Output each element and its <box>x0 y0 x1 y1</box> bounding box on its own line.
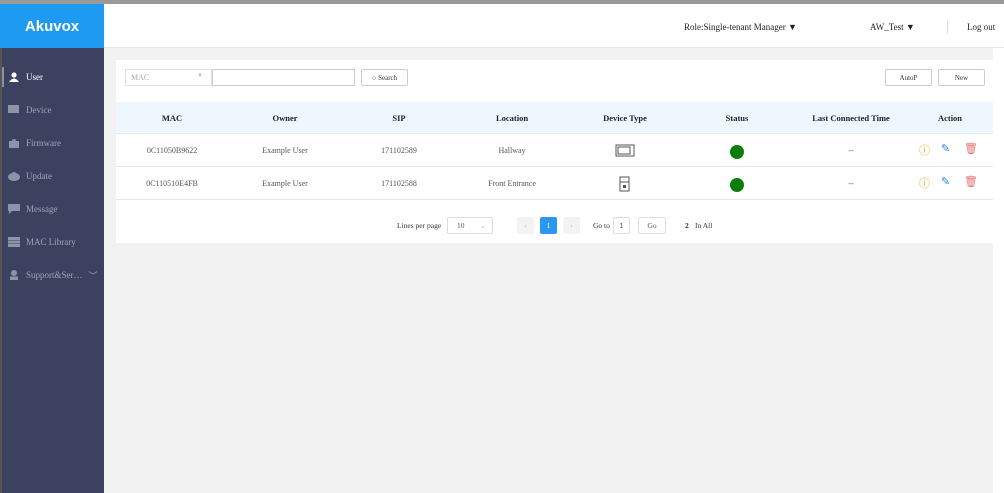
lines-per-page-select[interactable]: 10 ⌄ <box>447 217 493 234</box>
cell-location: Front Entrance <box>488 179 536 188</box>
delete-icon[interactable]: 🗑 <box>964 142 978 155</box>
device-list-panel: MAC ▼ ○ Search AutoP New MAC Owner SIP Loc… <box>116 60 993 243</box>
cell-mac: 0C11050B9622 <box>146 146 198 155</box>
cloud-upload-icon <box>8 172 20 181</box>
sidebar-item-device[interactable]: Device <box>2 98 104 122</box>
column-header-owner: Owner <box>272 113 298 123</box>
cell-mac: 0C110510E4FB <box>146 179 198 188</box>
sidebar-item-message[interactable]: Message <box>2 197 104 221</box>
message-icon <box>8 204 20 214</box>
edit-icon[interactable]: ✎ <box>941 142 950 155</box>
search-field-select[interactable]: MAC ▼ <box>125 69 212 86</box>
cell-last-connected: -- <box>848 179 854 188</box>
top-header: Role:Single-tenant Manager ▼ AW_Test ▼ L… <box>104 4 1004 48</box>
search-label: Search <box>378 73 398 82</box>
edit-icon[interactable]: ✎ <box>941 175 950 188</box>
info-icon[interactable]: ⓘ <box>919 175 930 191</box>
cell-owner: Example User <box>262 146 308 155</box>
status-online-indicator <box>730 145 744 159</box>
cell-sip: 171102589 <box>381 146 417 155</box>
new-button[interactable]: New <box>938 69 985 86</box>
logout-link[interactable]: Log out <box>967 22 995 32</box>
next-page-button[interactable]: › <box>563 217 580 234</box>
column-header-mac: MAC <box>161 113 183 123</box>
chevron-down-icon: ﹀ <box>88 270 98 281</box>
divider <box>947 20 948 34</box>
sidebar-item-label: User <box>26 72 43 82</box>
sidebar-item-user[interactable]: User <box>2 65 104 89</box>
search-button[interactable]: ○ Search <box>361 69 408 86</box>
sidebar-item-label: Firmware <box>26 138 61 148</box>
chevron-down-icon: ⌄ <box>479 221 486 230</box>
account-dropdown[interactable]: AW_Test ▼ <box>870 22 915 32</box>
cell-owner: Example User <box>262 179 308 188</box>
total-label: In All <box>695 221 713 230</box>
table-row[interactable]: 0C110510E4FB Example User 171102588 Fron… <box>116 167 993 200</box>
support-icon <box>10 270 18 280</box>
logo: Akuvox <box>0 4 104 48</box>
device-icon <box>8 105 19 113</box>
sidebar-item-label: Device <box>26 105 52 115</box>
scrollbar-track <box>993 48 1004 493</box>
sidebar-item-label: Support&Ser… <box>26 270 83 280</box>
lines-per-page-value: 10 <box>457 221 465 230</box>
search-icon: ○ <box>371 73 377 82</box>
sidebar-item-label: Message <box>26 204 58 214</box>
column-header-sip: SIP <box>392 113 406 123</box>
goto-page-input[interactable] <box>613 217 630 234</box>
total-count: 2 <box>685 221 689 230</box>
prev-page-button[interactable]: ‹ <box>517 217 534 234</box>
status-online-indicator <box>730 178 744 192</box>
delete-icon[interactable]: 🗑 <box>964 175 978 188</box>
search-input[interactable] <box>212 69 355 86</box>
role-dropdown[interactable]: Role:Single-tenant Manager ▼ <box>684 22 797 32</box>
column-header-action: Action <box>937 113 963 123</box>
column-header-device-type: Device Type <box>603 113 647 123</box>
info-icon[interactable]: ⓘ <box>919 142 930 158</box>
chevron-down-icon: ▼ <box>197 73 203 79</box>
column-header-location: Location <box>495 113 529 123</box>
table-header: MAC Owner SIP Location Device Type Statu… <box>116 102 993 134</box>
table-row[interactable]: 0C11050B9622 Example User 171102589 Hall… <box>116 134 993 167</box>
page-1-button[interactable]: 1 <box>540 217 557 234</box>
search-field-value: MAC <box>131 73 150 82</box>
go-button[interactable]: Go <box>638 217 666 234</box>
user-icon <box>9 72 19 82</box>
cell-location: Hallway <box>498 146 526 155</box>
door-phone-icon <box>619 176 630 192</box>
autop-button[interactable]: AutoP <box>885 69 932 86</box>
cell-sip: 171102588 <box>381 179 417 188</box>
library-icon <box>8 237 20 247</box>
sidebar-item-mac-library[interactable]: MAC Library <box>2 230 104 254</box>
sidebar-item-update[interactable]: Update <box>2 164 104 188</box>
lines-per-page-label: Lines per page <box>397 221 442 230</box>
column-header-status: Status <box>725 113 749 123</box>
indoor-monitor-icon <box>615 144 635 157</box>
cell-last-connected: -- <box>848 146 854 155</box>
puzzle-icon <box>9 139 19 148</box>
sidebar-item-label: MAC Library <box>26 237 76 247</box>
sidebar-item-label: Update <box>26 171 52 181</box>
sidebar-item-firmware[interactable]: Firmware <box>2 131 104 155</box>
goto-label: Go to <box>593 221 610 230</box>
sidebar-item-support[interactable]: Support&Ser… ﹀ <box>2 263 104 287</box>
column-header-last-connected: Last Connected Time <box>812 113 890 123</box>
sidebar: User Device Firmware Update Message MAC … <box>0 48 104 493</box>
